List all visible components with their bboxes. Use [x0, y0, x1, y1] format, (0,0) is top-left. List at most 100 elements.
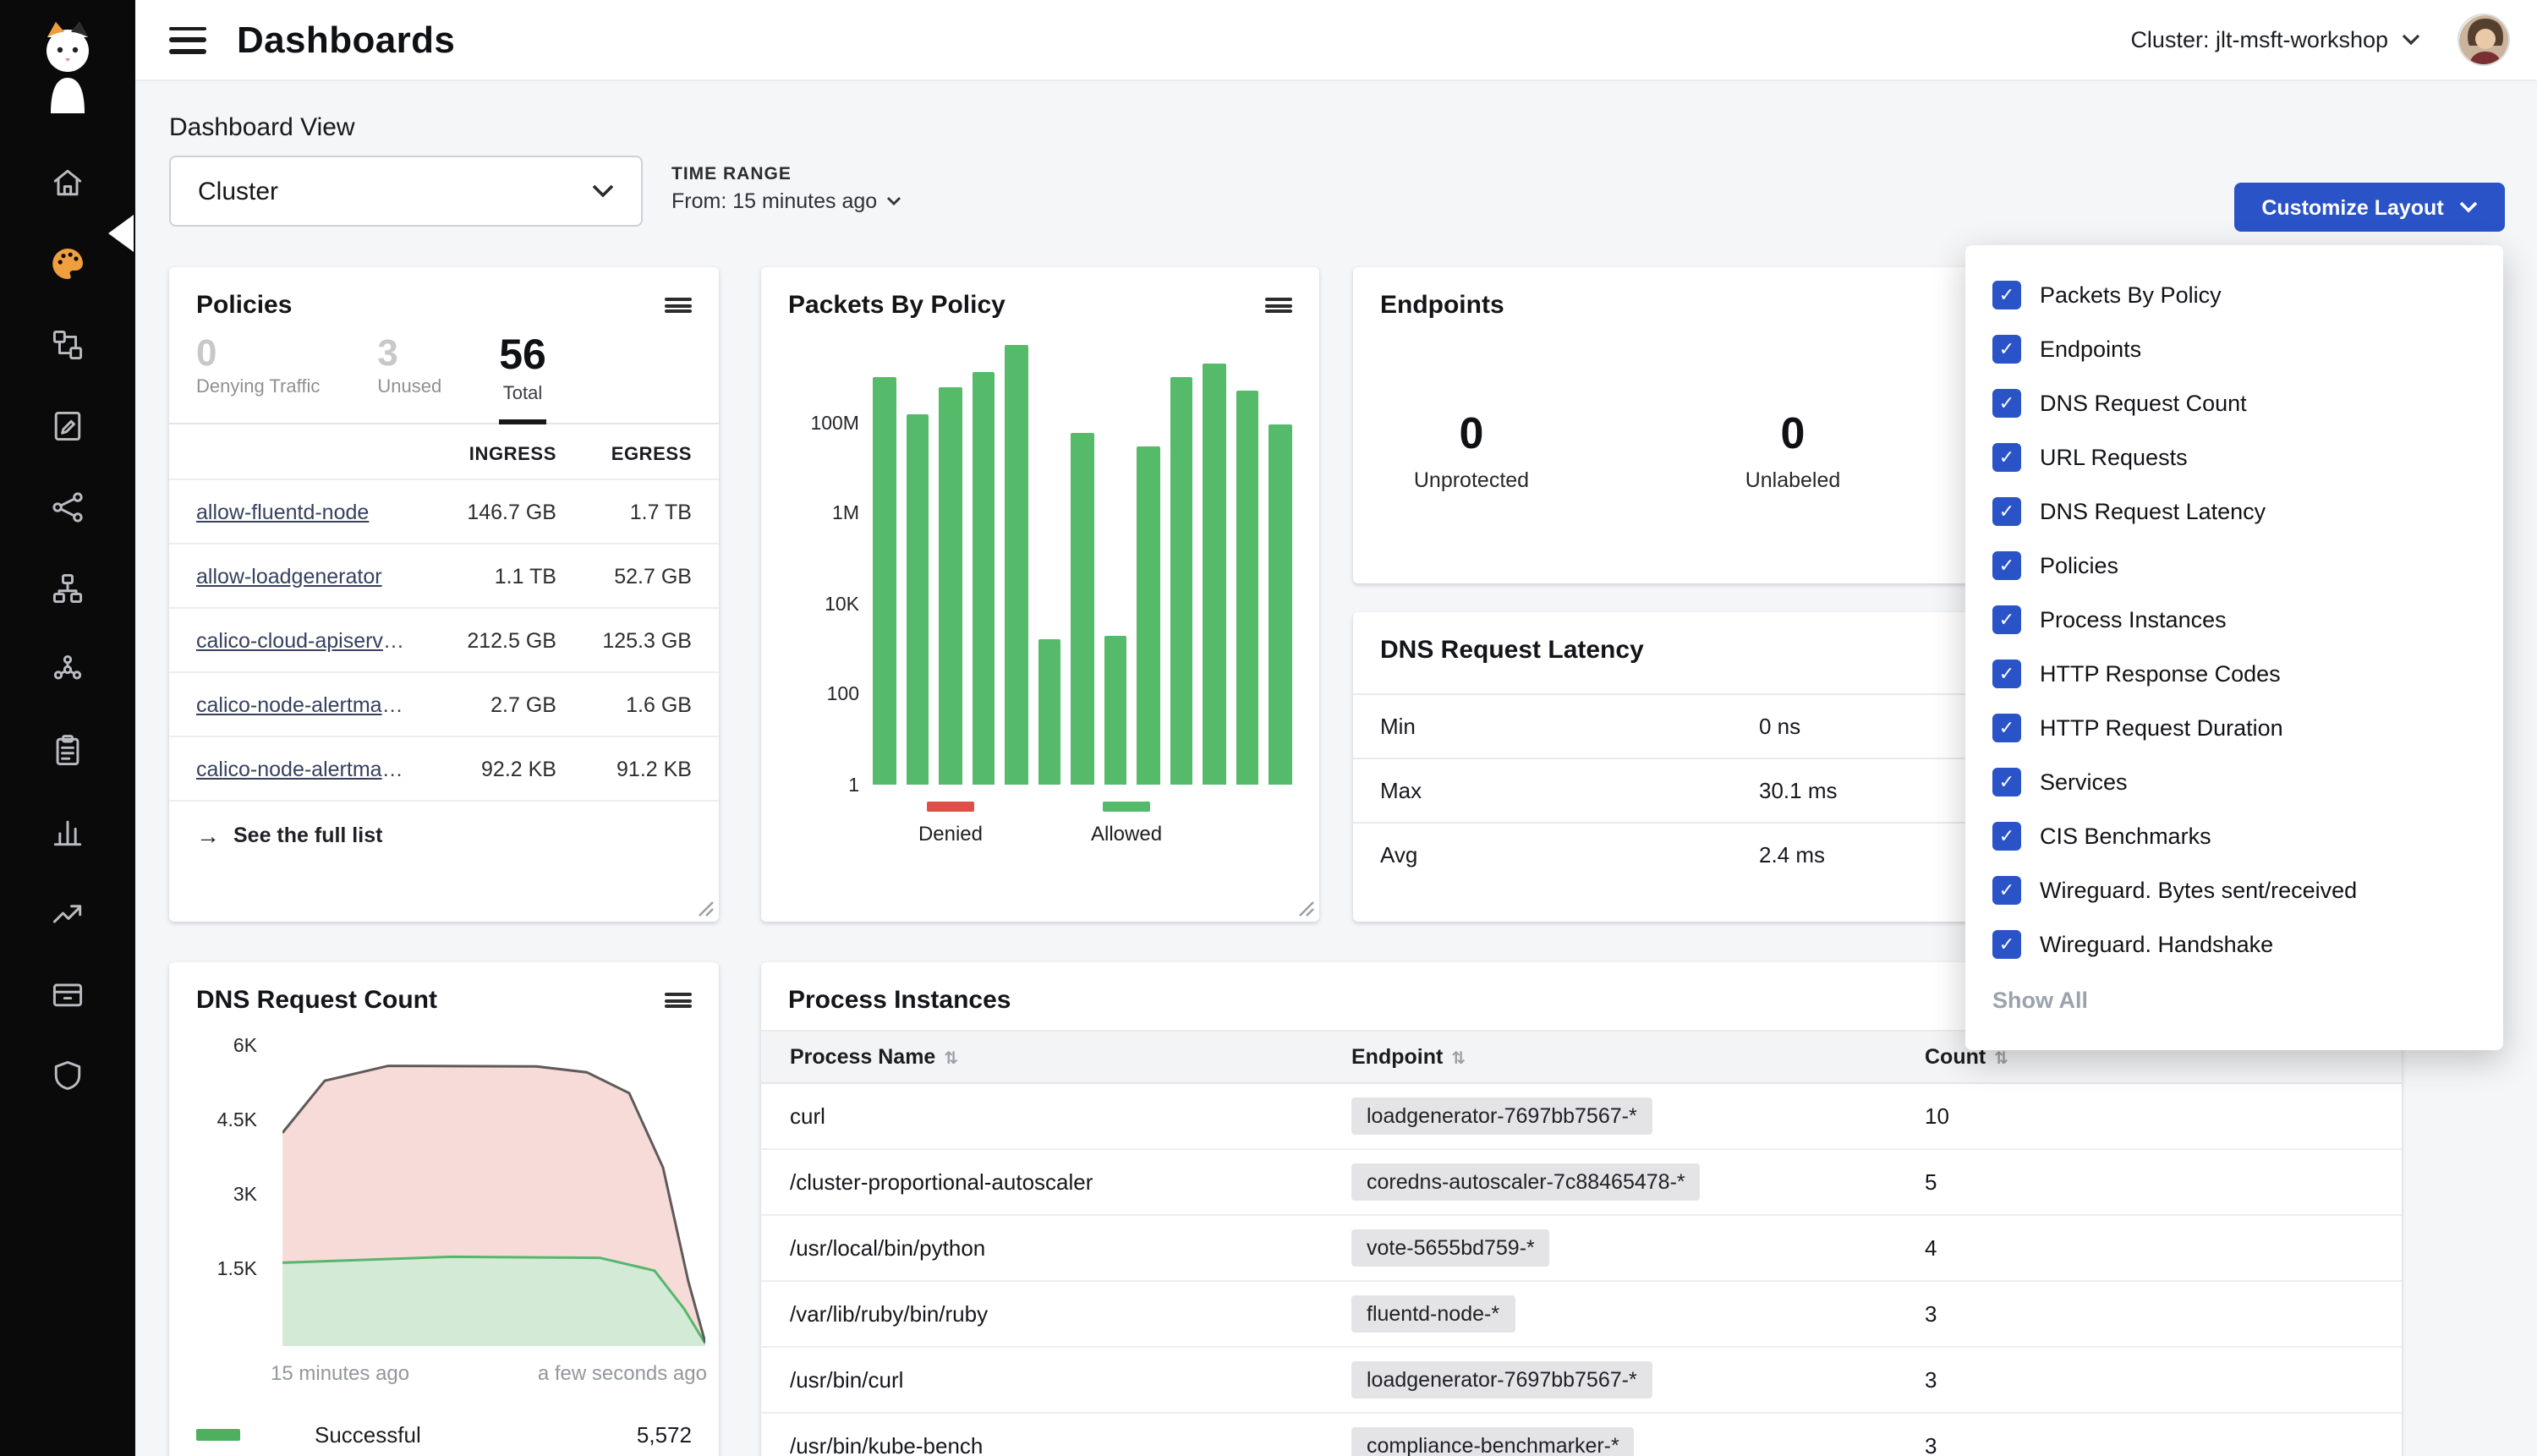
col-process-name[interactable]: Process Name⇅: [790, 1045, 958, 1069]
sidebar-icon-dashboards[interactable]: [27, 223, 108, 304]
process-row: /usr/bin/kube-benchcompliance-benchmarke…: [761, 1414, 2402, 1456]
checkbox-checked-icon[interactable]: ✓: [1992, 821, 2021, 850]
endpoint-cell: coredns-autoscaler-7c88465478-*: [1351, 1167, 1701, 1197]
policy-link[interactable]: allow-loadgenerator: [196, 564, 414, 588]
customize-item[interactable]: ✓Packets By Policy: [1965, 267, 2503, 321]
endpoint-pill: fluentd-node-*: [1351, 1295, 1515, 1333]
user-avatar[interactable]: [2458, 14, 2510, 66]
checkbox-checked-icon[interactable]: ✓: [1992, 550, 2021, 579]
customize-item[interactable]: ✓ Endpoints: [1965, 321, 2503, 375]
customize-item[interactable]: ✓Wireguard. Handshake: [1965, 917, 2503, 971]
checkbox-checked-icon[interactable]: ✓: [1992, 659, 2021, 687]
chevron-down-icon: [592, 184, 614, 198]
sidebar-icon-endpoints[interactable]: [27, 629, 108, 710]
customize-item[interactable]: ✓HTTP Response Codes: [1965, 646, 2503, 700]
checkbox-checked-icon[interactable]: ✓: [1992, 767, 2021, 796]
time-range-control[interactable]: TIME RANGE From: 15 minutes ago: [671, 164, 901, 213]
checkbox-checked-icon[interactable]: ✓: [1992, 605, 2021, 633]
customize-item-label: Endpoints: [2040, 336, 2141, 361]
endpoint-cell: loadgenerator-7697bb7567-*: [1351, 1365, 1652, 1395]
customize-item[interactable]: ✓CIS Benchmarks: [1965, 808, 2503, 862]
policies-table-body: allow-fluentd-node146.7 GB1.7 TBallow-lo…: [169, 479, 719, 800]
sidebar-icon-storage[interactable]: [27, 954, 108, 1035]
y-tick: 1.5K: [169, 1260, 257, 1280]
y-tick: 1: [771, 776, 859, 796]
customize-item[interactable]: ✓Policies: [1965, 538, 2503, 592]
count-value: 4: [1925, 1235, 1937, 1261]
customize-layout-dropdown: ✓Packets By Policy✓Endpoints✓DNS Request…: [1965, 245, 2503, 1050]
customize-item[interactable]: ✓Services: [1965, 754, 2503, 808]
checkbox-checked-icon[interactable]: ✓: [1992, 280, 2021, 309]
resize-grip-icon[interactable]: [1297, 900, 1314, 917]
customize-item[interactable]: ✓HTTP Request Duration: [1965, 700, 2503, 754]
dashboard-content: Dashboard View Cluster TIME RANGE From: …: [135, 81, 2537, 1456]
customize-items: ✓Packets By Policy✓Endpoints✓DNS Request…: [1965, 267, 2503, 971]
sidebar-icon-activity[interactable]: [27, 873, 108, 954]
sidebar-icon-home[interactable]: [27, 142, 108, 223]
checkbox-checked-icon[interactable]: ✓: [1992, 875, 2021, 904]
stat-unused: 3 Unused: [377, 333, 441, 423]
count-value: 5: [1925, 1169, 1937, 1195]
egress-value: 52.7 GB: [556, 564, 692, 588]
ingress-value: 146.7 GB: [414, 500, 556, 523]
customize-item-label: DNS Request Count: [2040, 390, 2247, 415]
col-endpoint[interactable]: Endpoint⇅: [1351, 1045, 1466, 1069]
checkbox-checked-icon[interactable]: ✓: [1992, 388, 2021, 417]
show-all-link[interactable]: Show All: [1965, 971, 2503, 1013]
bar-chart-y-axis: 110010K1M100M: [771, 331, 859, 785]
customize-item[interactable]: ✓ Wireguard. Bytes sent/received: [1965, 862, 2503, 917]
checkbox-checked-icon[interactable]: ✓: [1992, 334, 2021, 363]
policy-link[interactable]: allow-fluentd-node: [196, 500, 414, 523]
process-row: /cluster-proportional-autoscalercoredns-…: [761, 1150, 2402, 1216]
col-egress[interactable]: EGRESS: [556, 445, 692, 465]
bar-allowed: [1269, 424, 1292, 785]
customize-item[interactable]: ✓ URL Requests: [1965, 430, 2503, 484]
cluster-selector-label: Cluster: jlt-msft-workshop: [2130, 27, 2388, 52]
drag-handle-icon[interactable]: [665, 298, 692, 313]
customize-item-label: URL Requests: [2040, 444, 2188, 469]
checkbox-checked-icon[interactable]: ✓: [1992, 496, 2021, 525]
bar-allowed: [873, 377, 896, 785]
sidebar-icon-network-flows[interactable]: [27, 304, 108, 386]
sidebar-icon-compliance[interactable]: [27, 710, 108, 791]
menu-hamburger-icon[interactable]: [169, 26, 206, 53]
sidebar-nav: [0, 142, 135, 1116]
stat-unprotected: 0 Unprotected: [1367, 409, 1576, 491]
policy-link[interactable]: calico-node-alertmana…: [196, 692, 414, 716]
process-name: /usr/bin/kube-bench: [790, 1433, 983, 1456]
customize-item-label: Process Instances: [2040, 606, 2227, 632]
topbar-right: Cluster: jlt-msft-workshop: [2130, 14, 2510, 66]
col-ingress[interactable]: INGRESS: [414, 445, 556, 465]
customize-item[interactable]: ✓DNS Request Latency: [1965, 484, 2503, 538]
cluster-selector[interactable]: Cluster: jlt-msft-workshop: [2130, 27, 2420, 52]
policy-link[interactable]: calico-node-alertmana…: [196, 757, 414, 780]
customize-item-label: Wireguard. Bytes sent/received: [2040, 877, 2357, 902]
checkbox-checked-icon[interactable]: ✓: [1992, 713, 2021, 742]
y-tick: 10K: [771, 595, 859, 616]
dashboard-view-select[interactable]: Cluster: [169, 156, 643, 227]
customize-layout-button[interactable]: Customize Layout: [2234, 183, 2505, 232]
sidebar-icon-policies[interactable]: [27, 386, 108, 467]
card-title: DNS Request Latency: [1380, 636, 1644, 665]
card-title: Policies: [196, 291, 292, 320]
resize-grip-icon[interactable]: [697, 900, 714, 917]
customize-item[interactable]: ✓ DNS Request Count: [1965, 375, 2503, 430]
checkbox-checked-icon[interactable]: ✓: [1992, 929, 2021, 958]
checkbox-checked-icon[interactable]: ✓: [1992, 442, 2021, 471]
endpoint-pill: loadgenerator-7697bb7567-*: [1351, 1361, 1652, 1399]
policy-link[interactable]: calico-cloud-apiserver-…: [196, 628, 414, 652]
y-tick: 4.5K: [169, 1111, 257, 1131]
sidebar-icon-security[interactable]: [27, 1035, 108, 1116]
sidebar-icon-tiers[interactable]: [27, 548, 108, 629]
see-full-list-link[interactable]: → See the full list: [169, 800, 719, 868]
stat-total[interactable]: 56 Total: [499, 333, 546, 424]
endpoint-pill: loadgenerator-7697bb7567-*: [1351, 1097, 1652, 1135]
bar-chart-plot: [873, 331, 1292, 785]
card-title: Packets By Policy: [788, 291, 1005, 320]
drag-handle-icon[interactable]: [1265, 298, 1292, 313]
customize-item[interactable]: ✓ Process Instances: [1965, 592, 2503, 646]
sidebar-icon-timeline[interactable]: [27, 791, 108, 873]
sidebar-icon-service-graph[interactable]: [27, 467, 108, 548]
bar-allowed: [1137, 446, 1160, 785]
calico-cat-logo[interactable]: [27, 17, 108, 115]
